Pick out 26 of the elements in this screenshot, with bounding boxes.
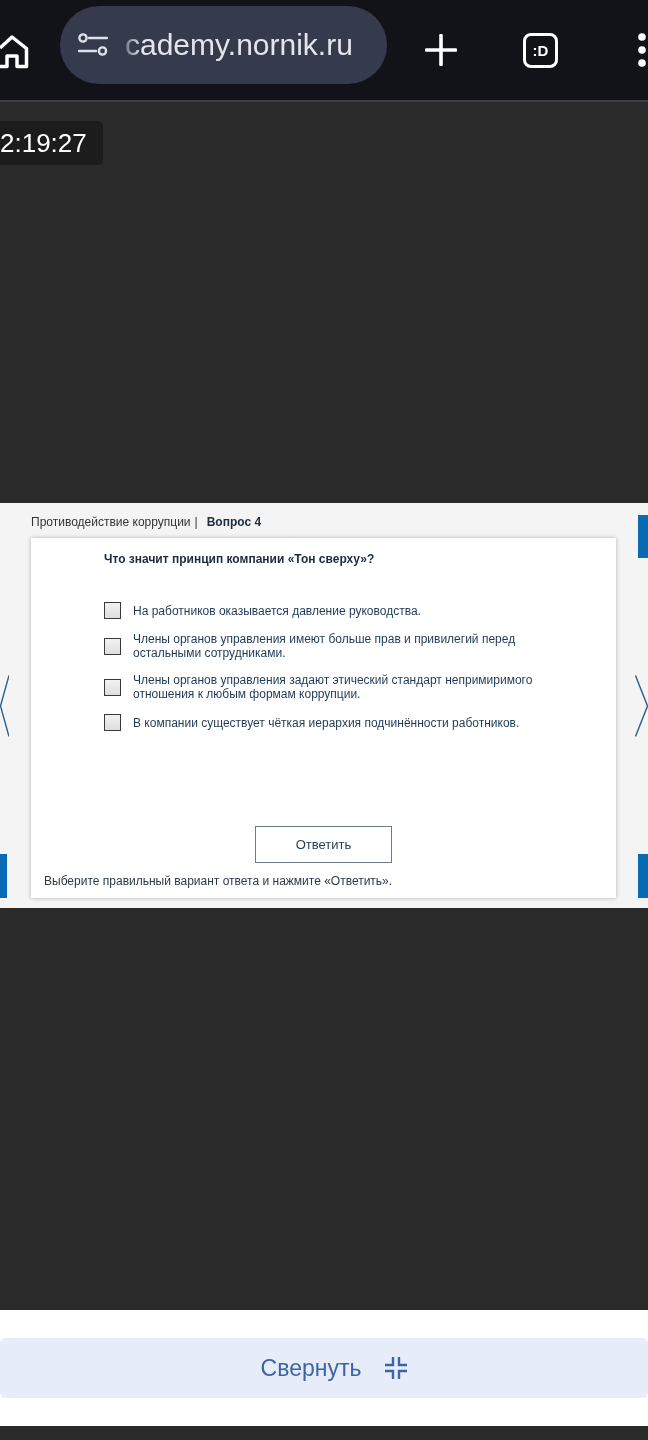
site-settings-icon[interactable] xyxy=(78,33,108,56)
breadcrumb-separator: | xyxy=(194,514,198,530)
url-text: cademy.nornik.ru xyxy=(125,27,353,62)
submit-button[interactable]: Ответить xyxy=(255,826,392,863)
option-label: Члены органов управления задают этический стандарт непримиримого отношения к любым формам коррупции. xyxy=(133,673,533,701)
checkbox[interactable] xyxy=(104,678,121,696)
home-icon[interactable] xyxy=(0,32,29,69)
collapse-button[interactable]: Свернуть xyxy=(0,1338,648,1398)
collapse-icon xyxy=(385,1357,408,1379)
chevron-left-icon[interactable] xyxy=(0,675,9,737)
question-number: Вопрос 4 xyxy=(206,514,262,530)
option-label: Члены органов управления имеют больше прав и привилегий перед остальными сотрудниками. xyxy=(133,632,517,660)
plus-icon[interactable] xyxy=(425,34,457,66)
instruction-text: Выберите правильный вариант ответа и нажмите «Ответить». xyxy=(44,873,394,889)
question-text: Что значит принцип компании «Тон сверху»? xyxy=(104,551,376,567)
chevron-right-icon[interactable] xyxy=(635,675,648,737)
course-title: Противодействие коррупции xyxy=(31,514,191,530)
option-label: На работников оказывается давление руководства. xyxy=(133,603,421,618)
address-bar[interactable]: cademy.nornik.ru xyxy=(60,5,387,84)
checkbox[interactable] xyxy=(104,602,121,619)
checkbox[interactable] xyxy=(104,637,121,655)
option-label: В компании существует чёткая иерархия подчинённости работников. xyxy=(133,715,520,730)
tab-count-button[interactable]: :D xyxy=(523,32,558,68)
menu-icon[interactable] xyxy=(636,33,648,67)
timer: 2:19:27 xyxy=(0,121,103,165)
checkbox[interactable] xyxy=(104,714,121,731)
